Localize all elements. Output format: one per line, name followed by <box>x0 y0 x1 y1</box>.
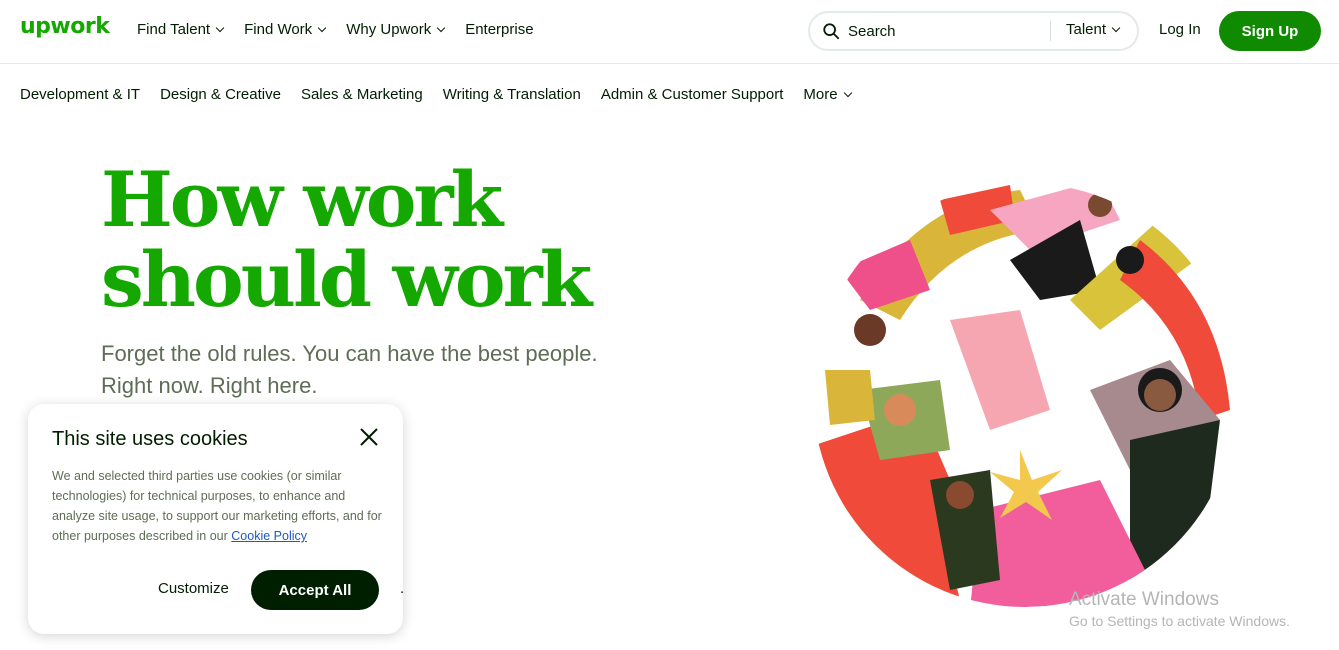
category-more[interactable]: More <box>803 86 852 103</box>
accept-all-button[interactable]: Accept All <box>251 570 379 610</box>
chevron-down-icon <box>1111 23 1121 32</box>
signup-button[interactable]: Sign Up <box>1219 11 1321 51</box>
category-sales-marketing[interactable]: Sales & Marketing <box>301 86 423 103</box>
nav-why-upwork-label: Why Upwork <box>346 21 432 38</box>
search-icon[interactable] <box>822 22 840 40</box>
cookie-body-text: We and selected third parties use cookie… <box>52 469 382 543</box>
login-link[interactable]: Log In <box>1159 21 1201 38</box>
chevron-down-icon <box>436 23 446 32</box>
search-divider <box>1050 21 1051 41</box>
chevron-down-icon <box>215 23 225 32</box>
hero-illustration <box>813 183 1237 607</box>
nav-find-talent[interactable]: Find Talent <box>137 21 225 38</box>
activation-watermark-subtitle: Go to Settings to activate Windows. <box>1069 613 1290 629</box>
category-more-label: More <box>803 86 838 103</box>
chevron-down-icon <box>317 23 327 32</box>
hero-title-line2: should work <box>101 235 592 324</box>
customize-button[interactable]: Customize <box>158 580 229 597</box>
hero-title: How work should work <box>101 160 701 320</box>
cookie-dialog-body: We and selected third parties use cookie… <box>52 466 382 546</box>
chevron-down-icon <box>843 88 852 97</box>
upwork-logo[interactable]: upwork <box>20 14 110 39</box>
cookie-dialog-title: This site uses cookies <box>52 428 248 450</box>
search-input[interactable] <box>848 20 1038 42</box>
nav-find-work[interactable]: Find Work <box>244 21 327 38</box>
search-scope-dropdown[interactable]: Talent <box>1066 21 1121 38</box>
hero-subtitle-line2: Right now. Right here. <box>101 373 318 398</box>
nav-why-upwork[interactable]: Why Upwork <box>346 21 446 38</box>
nav-enterprise-label: Enterprise <box>465 21 534 38</box>
category-design-creative[interactable]: Design & Creative <box>160 86 281 103</box>
stray-text: . <box>400 580 405 597</box>
search-box: Talent <box>808 11 1139 51</box>
main-nav: Find Talent Find Work Why Upwork Enterpr… <box>137 21 534 38</box>
category-admin-support[interactable]: Admin & Customer Support <box>601 86 784 103</box>
cookie-dialog: This site uses cookies We and selected t… <box>28 404 403 634</box>
nav-find-work-label: Find Work <box>244 21 313 38</box>
category-nav: Development & IT Design & Creative Sales… <box>20 86 852 103</box>
top-header: upwork Find Talent Find Work Why Upwork … <box>0 0 1339 64</box>
nav-enterprise[interactable]: Enterprise <box>465 21 533 38</box>
category-writing-translation[interactable]: Writing & Translation <box>443 86 581 103</box>
search-scope-label: Talent <box>1066 21 1107 38</box>
activation-watermark-title: Activate Windows <box>1069 589 1219 610</box>
hero-subtitle-line1: Forget the old rules. You can have the b… <box>101 341 598 366</box>
hero-subtitle: Forget the old rules. You can have the b… <box>101 338 661 402</box>
category-development-it[interactable]: Development & IT <box>20 86 140 103</box>
nav-find-talent-label: Find Talent <box>137 21 211 38</box>
close-icon[interactable] <box>358 426 380 448</box>
cookie-policy-link[interactable]: Cookie Policy <box>231 529 307 543</box>
hero-title-line1: How work <box>101 155 503 244</box>
